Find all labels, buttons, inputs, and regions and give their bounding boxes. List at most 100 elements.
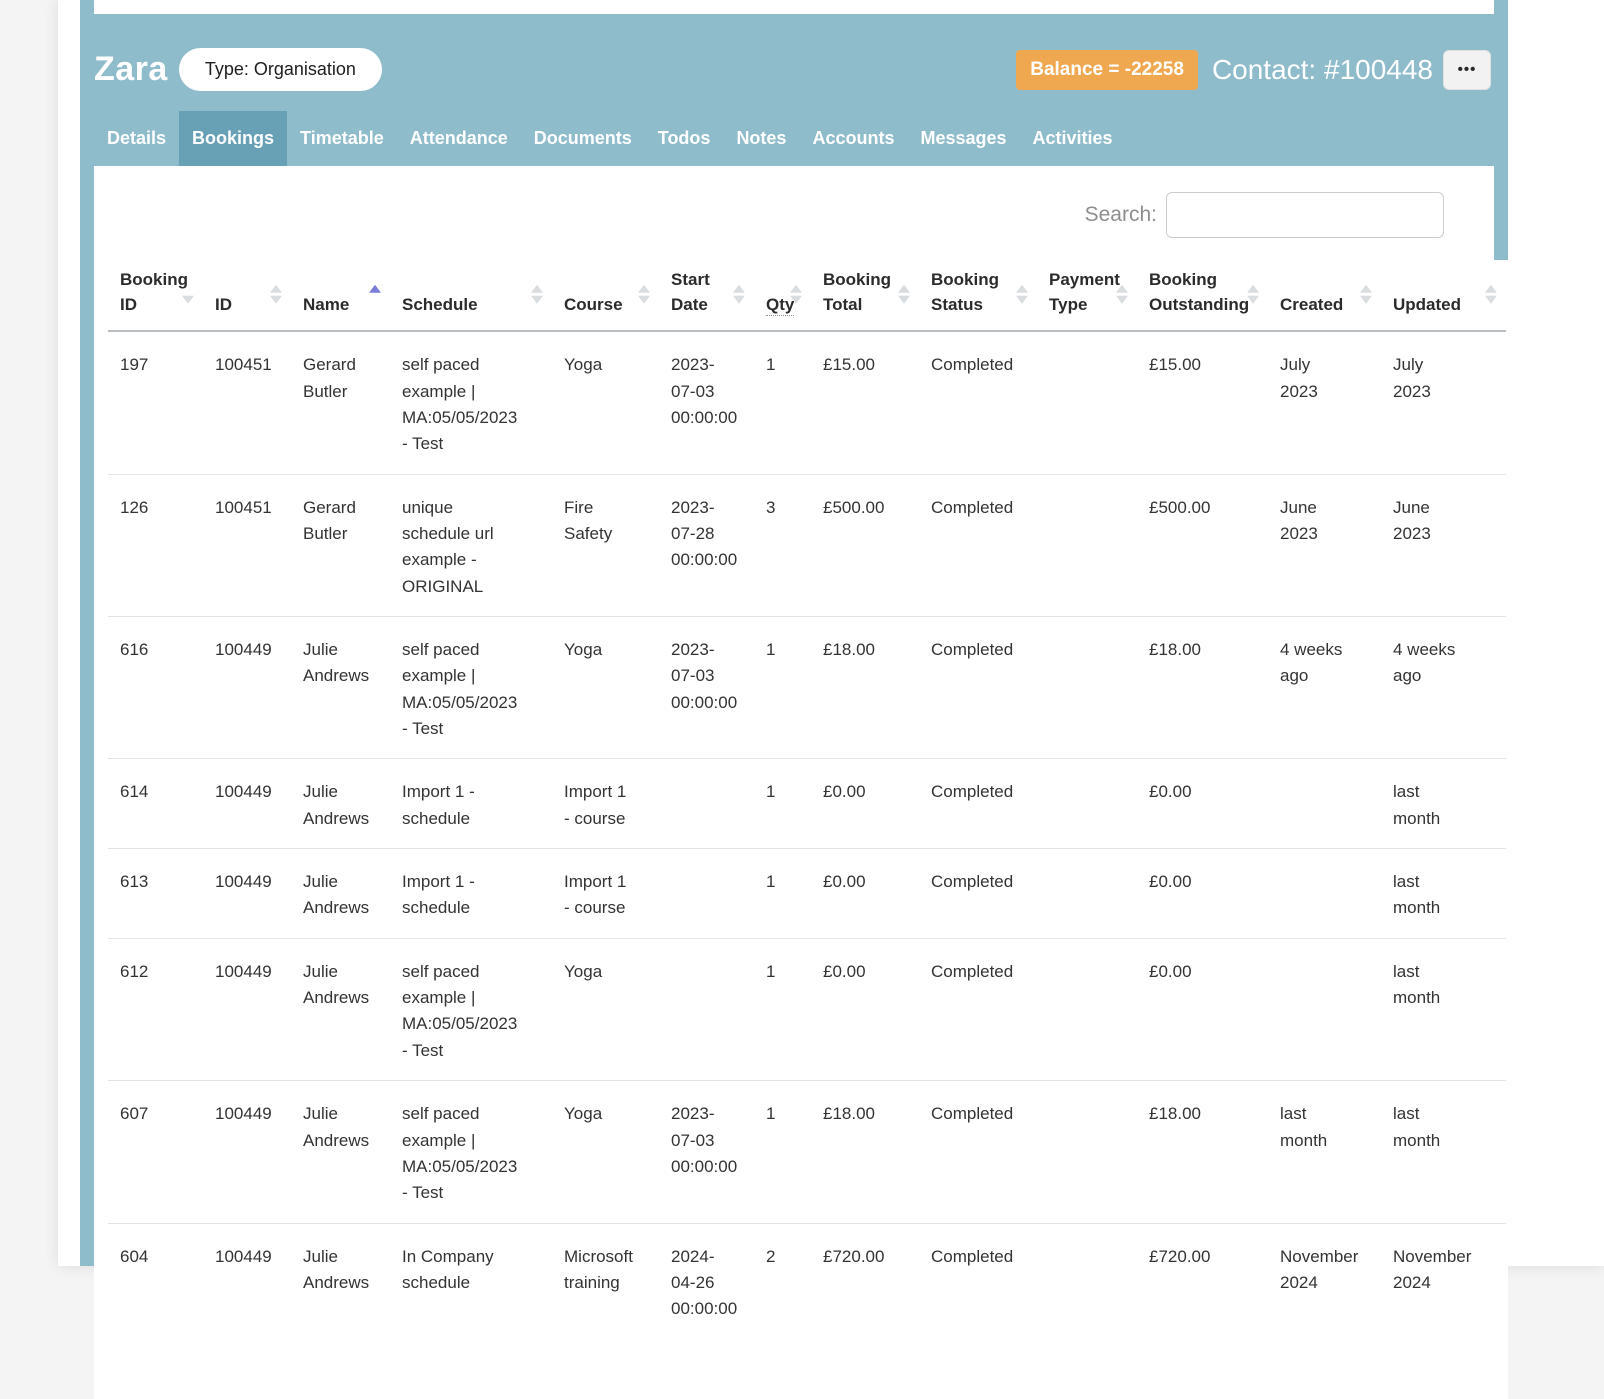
tab-messages[interactable]: Messages	[907, 111, 1019, 166]
cell-booking_status: Completed	[919, 331, 1037, 474]
cell-name: Julie Andrews	[291, 1081, 390, 1223]
balance-badge: Balance = -22258	[1016, 50, 1198, 90]
contact-type-pill: Type: Organisation	[179, 48, 382, 91]
cell-name: Julie Andrews	[291, 759, 390, 849]
sort-toggle-icon	[638, 285, 650, 304]
column-label: ID	[215, 295, 232, 314]
cell-created	[1268, 938, 1381, 1080]
cell-created	[1268, 849, 1381, 939]
tab-bookings[interactable]: Bookings	[179, 111, 287, 166]
cell-booking_total: £18.00	[811, 1081, 919, 1223]
more-actions-button[interactable]: •••	[1443, 50, 1491, 90]
sort-toggle-icon	[531, 285, 543, 304]
cell-qty: 1	[754, 759, 811, 849]
table-row[interactable]: 197100451Gerard Butlerself paced example…	[108, 331, 1506, 474]
cell-qty: 1	[754, 1081, 811, 1223]
cell-payment_type	[1037, 1223, 1137, 1339]
table-row[interactable]: 616100449Julie Andrewsself paced example…	[108, 617, 1506, 759]
cell-qty: 1	[754, 331, 811, 474]
top-strip	[94, 0, 1494, 14]
page-card: Zara Type: Organisation Balance = -22258…	[58, 0, 1604, 1266]
tab-notes[interactable]: Notes	[723, 111, 799, 166]
cell-course: Import 1 - course	[552, 849, 659, 939]
cell-booking_total: £500.00	[811, 474, 919, 616]
cell-booking_total: £0.00	[811, 938, 919, 1080]
cell-booking_total: £720.00	[811, 1223, 919, 1339]
column-label: Booking ID	[120, 270, 188, 314]
table-row[interactable]: 614100449Julie AndrewsImport 1 - schedul…	[108, 759, 1506, 849]
cell-booking_outstanding: £0.00	[1137, 849, 1268, 939]
cell-schedule: Import 1 - schedule	[390, 849, 552, 939]
cell-payment_type	[1037, 331, 1137, 474]
cell-schedule: self paced example | MA:05/05/2023 - Tes…	[390, 938, 552, 1080]
sort-desc-icon	[182, 285, 194, 304]
cell-name: Gerard Butler	[291, 474, 390, 616]
column-header-updated[interactable]: Updated	[1381, 260, 1506, 331]
column-header-schedule[interactable]: Schedule	[390, 260, 552, 331]
column-label: Course	[564, 295, 623, 314]
column-label: Name	[303, 295, 349, 314]
tab-activities[interactable]: Activities	[1020, 111, 1126, 166]
cell-updated: last month	[1381, 938, 1506, 1080]
cell-booking_id: 613	[108, 849, 203, 939]
cell-course: Import 1 - course	[552, 759, 659, 849]
cell-payment_type	[1037, 759, 1137, 849]
column-header-id[interactable]: ID	[203, 260, 291, 331]
table-body: 197100451Gerard Butlerself paced example…	[108, 331, 1506, 1338]
cell-course: Yoga	[552, 1081, 659, 1223]
table-row[interactable]: 126100451Gerard Butlerunique schedule ur…	[108, 474, 1506, 616]
cell-updated: last month	[1381, 849, 1506, 939]
cell-booking_outstanding: £18.00	[1137, 617, 1268, 759]
sort-toggle-icon	[1247, 285, 1259, 304]
column-header-name[interactable]: Name	[291, 260, 390, 331]
cell-booking_total: £0.00	[811, 849, 919, 939]
table-row[interactable]: 613100449Julie AndrewsImport 1 - schedul…	[108, 849, 1506, 939]
cell-schedule: self paced example | MA:05/05/2023 - Tes…	[390, 617, 552, 759]
tab-todos[interactable]: Todos	[645, 111, 724, 166]
cell-booking_total: £18.00	[811, 617, 919, 759]
tab-details[interactable]: Details	[94, 111, 179, 166]
tab-attendance[interactable]: Attendance	[397, 111, 521, 166]
column-header-booking_status[interactable]: Booking Status	[919, 260, 1037, 331]
column-header-course[interactable]: Course	[552, 260, 659, 331]
cell-booking_total: £15.00	[811, 331, 919, 474]
cell-booking_id: 616	[108, 617, 203, 759]
cell-booking_outstanding: £0.00	[1137, 759, 1268, 849]
cell-schedule: self paced example | MA:05/05/2023 - Tes…	[390, 331, 552, 474]
column-header-booking_id[interactable]: Booking ID	[108, 260, 203, 331]
cell-name: Julie Andrews	[291, 617, 390, 759]
cell-id: 100449	[203, 849, 291, 939]
cell-booking_id: 612	[108, 938, 203, 1080]
cell-created: July 2023	[1268, 331, 1381, 474]
search-input[interactable]	[1166, 192, 1444, 238]
cell-start_date: 2023-07-03 00:00:00	[659, 617, 754, 759]
column-header-payment_type[interactable]: Payment Type	[1037, 260, 1137, 331]
table-row[interactable]: 612100449Julie Andrewsself paced example…	[108, 938, 1506, 1080]
table-row[interactable]: 607100449Julie Andrewsself paced example…	[108, 1081, 1506, 1223]
column-label: Schedule	[402, 295, 478, 314]
cell-updated: last month	[1381, 1081, 1506, 1223]
column-header-qty[interactable]: Qty	[754, 260, 811, 331]
table-row[interactable]: 604100449Julie AndrewsIn Company schedul…	[108, 1223, 1506, 1339]
contact-id: Contact: #100448	[1212, 54, 1433, 86]
column-header-booking_outstanding[interactable]: Booking Outstanding	[1137, 260, 1268, 331]
cell-course: Yoga	[552, 617, 659, 759]
sort-toggle-icon	[1360, 285, 1372, 304]
tab-documents[interactable]: Documents	[521, 111, 645, 166]
cell-start_date	[659, 849, 754, 939]
column-header-created[interactable]: Created	[1268, 260, 1381, 331]
sort-toggle-icon	[790, 285, 802, 304]
cell-updated: last month	[1381, 759, 1506, 849]
cell-name: Julie Andrews	[291, 1223, 390, 1339]
tab-accounts[interactable]: Accounts	[799, 111, 907, 166]
tab-timetable[interactable]: Timetable	[287, 111, 397, 166]
cell-start_date: 2023-07-28 00:00:00	[659, 474, 754, 616]
cell-booking_status: Completed	[919, 849, 1037, 939]
tabs: DetailsBookingsTimetableAttendanceDocume…	[80, 111, 1508, 166]
column-header-start_date[interactable]: Start Date	[659, 260, 754, 331]
cell-booking_id: 614	[108, 759, 203, 849]
column-label: Created	[1280, 295, 1343, 314]
column-header-booking_total[interactable]: Booking Total	[811, 260, 919, 331]
cell-course: Yoga	[552, 331, 659, 474]
cell-updated: July 2023	[1381, 331, 1506, 474]
